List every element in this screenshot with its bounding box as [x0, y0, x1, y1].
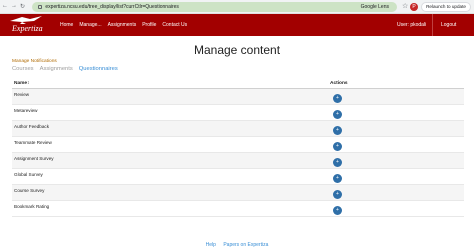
table-row[interactable]: Global Survey +: [12, 169, 464, 185]
sort-icon[interactable]: ↕: [27, 81, 29, 86]
site-info-icon[interactable]: [38, 4, 42, 9]
footer-help-link[interactable]: Help: [206, 242, 216, 248]
name-header-label: Name: [14, 81, 28, 86]
page-title: Manage content: [193, 43, 281, 57]
tab-questionnaires[interactable]: Questionnaires: [79, 66, 118, 72]
table-row[interactable]: Metareview +: [12, 105, 464, 121]
table-row[interactable]: Review +: [12, 89, 464, 105]
top-navbar: Expertiza Home Manage... Assignments Pro…: [0, 14, 474, 36]
back-icon[interactable]: ←: [2, 3, 8, 10]
nav-home[interactable]: Home: [60, 22, 73, 28]
footer-papers-link[interactable]: Papers on Expertiza: [223, 242, 268, 248]
row-name[interactable]: Author Feedback: [14, 124, 49, 129]
footer: Help Papers on Expertiza: [0, 242, 474, 248]
browser-nav-buttons: ← → ↻: [2, 3, 25, 10]
nav-profile[interactable]: Profile: [142, 22, 156, 28]
questionnaire-table: Name↕ Actions Review + Metareview + Author…: [12, 79, 464, 217]
forward-icon[interactable]: →: [11, 3, 17, 10]
table-row[interactable]: Assignment Survey +: [12, 153, 464, 169]
actions-column-header: Actions: [330, 81, 348, 86]
table-row[interactable]: Teammate Review +: [12, 137, 464, 153]
expertiza-logo[interactable]: Expertiza: [6, 15, 58, 35]
address-bar[interactable]: expertiza.ncsu.edu/tree_display/list?cur…: [32, 2, 397, 12]
row-name[interactable]: Course Survey: [14, 188, 44, 193]
tab-assignments[interactable]: Assignments: [40, 66, 73, 72]
user-label: User: pkodali: [397, 22, 427, 28]
browser-toolbar: ← → ↻ expertiza.ncsu.edu/tree_display/li…: [0, 0, 474, 14]
row-name[interactable]: Teammate Review: [14, 140, 52, 145]
nav-manage[interactable]: Manage...: [79, 22, 101, 28]
table-row[interactable]: Bookmark Rating +: [12, 201, 464, 217]
table-row[interactable]: Author Feedback +: [12, 121, 464, 137]
logout-link[interactable]: Logout: [441, 22, 456, 28]
row-name[interactable]: Assignment Survey: [14, 156, 54, 161]
google-lens-button[interactable]: Google Lens: [361, 2, 389, 12]
url-text: expertiza.ncsu.edu/tree_display/list?cur…: [45, 4, 179, 10]
profile-avatar[interactable]: P: [410, 3, 418, 11]
nav-assignments[interactable]: Assignments: [108, 22, 137, 28]
add-icon[interactable]: +: [333, 110, 342, 119]
add-icon[interactable]: +: [333, 190, 342, 199]
row-name[interactable]: Review: [14, 92, 29, 97]
add-icon[interactable]: +: [333, 174, 342, 183]
tab-courses[interactable]: Courses: [12, 66, 34, 72]
add-icon[interactable]: +: [333, 94, 342, 103]
table-row[interactable]: Course Survey +: [12, 185, 464, 201]
bookmark-star-icon[interactable]: ☆: [402, 2, 408, 10]
add-icon[interactable]: +: [333, 142, 342, 151]
add-icon[interactable]: +: [333, 126, 342, 135]
add-icon[interactable]: +: [333, 158, 342, 167]
main-nav-links: Home Manage... Assignments Profile Conta…: [60, 22, 187, 28]
content-tabs: Courses Assignments Questionnaires: [12, 66, 118, 72]
table-body: Review + Metareview + Author Feedback + Tea…: [12, 89, 464, 217]
nav-divider: [432, 14, 433, 36]
manage-notifications-link[interactable]: Manage Notifications: [12, 59, 57, 64]
nav-contact-us[interactable]: Contact Us: [162, 22, 187, 28]
relaunch-button[interactable]: Relaunch to update: [421, 2, 471, 12]
reload-icon[interactable]: ↻: [20, 3, 25, 10]
row-name[interactable]: Metareview: [14, 108, 38, 113]
table-header: Name↕ Actions: [12, 79, 464, 89]
row-name[interactable]: Bookmark Rating: [14, 204, 49, 209]
row-name[interactable]: Global Survey: [14, 172, 43, 177]
add-icon[interactable]: +: [333, 206, 342, 215]
name-column-header[interactable]: Name↕: [14, 81, 29, 86]
logo-text: Expertiza: [12, 24, 43, 33]
